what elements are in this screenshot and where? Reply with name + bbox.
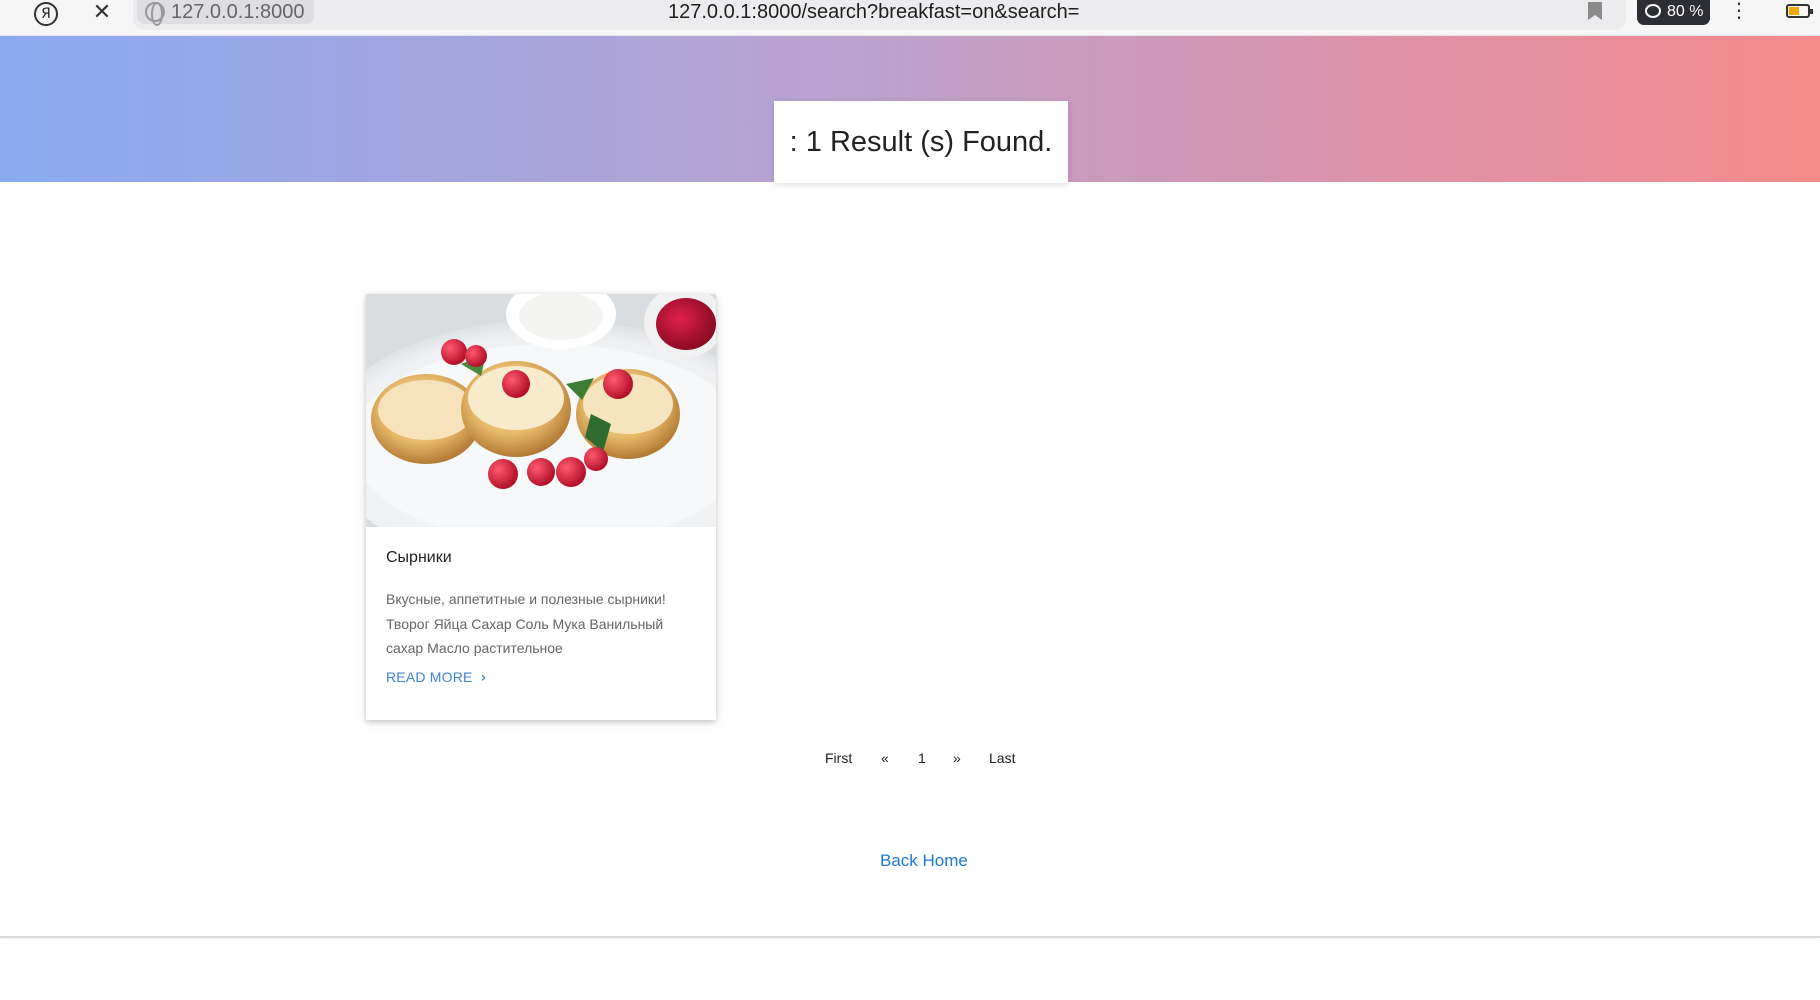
read-more-label: READ MORE xyxy=(386,669,473,685)
results-count-text: : 1 Result (s) Found. xyxy=(789,125,1053,158)
battery-icon xyxy=(1786,4,1813,18)
site-info-chip[interactable]: 127.0.0.1:8000 xyxy=(137,0,315,26)
syrniki-photo-icon xyxy=(366,294,716,527)
globe-icon xyxy=(145,2,165,26)
chevron-right-icon: › xyxy=(480,670,487,686)
footer-divider xyxy=(0,936,1820,938)
recipe-card[interactable]: Сырники Вкусные, аппетитные и полезные с… xyxy=(366,294,716,720)
site-chip-label: 127.0.0.1:8000 xyxy=(171,1,305,23)
yandex-logo-icon[interactable]: Я xyxy=(34,2,58,26)
close-icon[interactable]: ✕ xyxy=(90,0,114,26)
read-more-link[interactable]: READ MORE › xyxy=(386,669,487,686)
pagination-prev[interactable]: « xyxy=(881,750,889,766)
hero-banner: : 1 Result (s) Found. xyxy=(0,36,1820,183)
chat-icon xyxy=(1645,4,1661,18)
pagination-current[interactable]: 1 xyxy=(918,750,926,766)
back-home-link[interactable]: Back Home xyxy=(880,851,968,871)
browser-toolbar: Я ✕ 127.0.0.1:8000 127.0.0.1:8000/search… xyxy=(0,0,1820,36)
zoom-badge[interactable]: 80 % xyxy=(1637,0,1710,25)
pagination-last[interactable]: Last xyxy=(989,750,1015,766)
recipe-description: Вкусные, аппетитные и полезные сырники! … xyxy=(386,591,666,656)
recipe-title: Сырники xyxy=(386,549,452,566)
recipe-image[interactable] xyxy=(366,294,716,527)
pagination-next[interactable]: » xyxy=(953,750,961,766)
results-count-box: : 1 Result (s) Found. xyxy=(774,101,1068,183)
yandex-glyph: Я xyxy=(41,6,51,22)
menu-dots-icon[interactable]: ⋮ xyxy=(1729,0,1749,24)
url-text[interactable]: 127.0.0.1:8000/search?breakfast=on&searc… xyxy=(668,0,1079,24)
address-bar[interactable]: 127.0.0.1:8000 127.0.0.1:8000/search?bre… xyxy=(133,0,1626,30)
zoom-level: 80 % xyxy=(1667,3,1704,20)
pagination-first[interactable]: First xyxy=(825,750,852,766)
